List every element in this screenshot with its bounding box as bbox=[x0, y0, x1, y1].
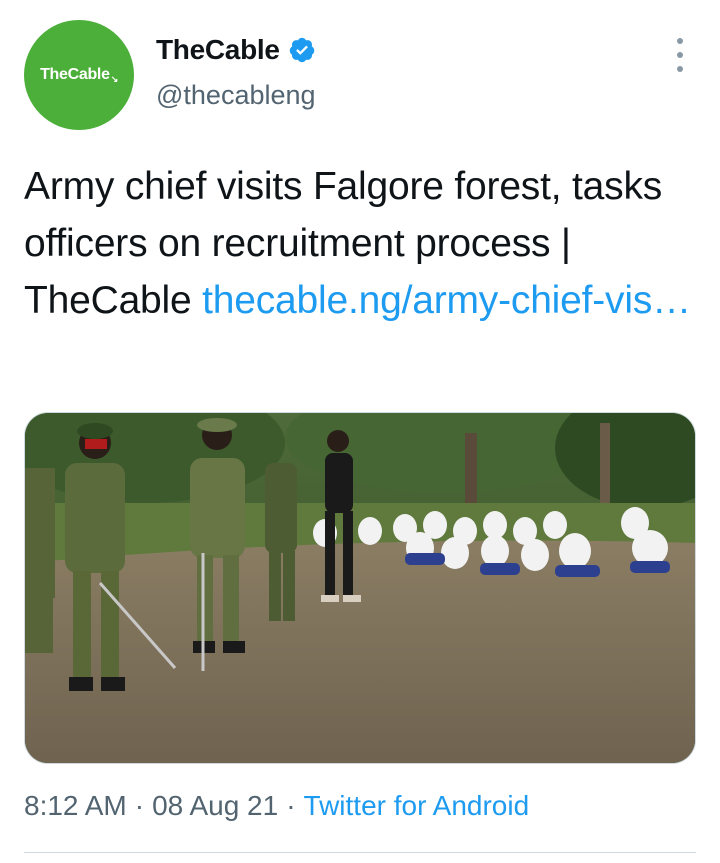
meta-separator-2: · bbox=[286, 790, 296, 821]
tweet-source-link[interactable]: Twitter for Android bbox=[304, 790, 530, 821]
verified-badge-icon bbox=[289, 37, 314, 63]
tweet-text: Army chief visits Falgore forest, tasks … bbox=[24, 158, 694, 329]
avatar[interactable]: TheCable↘ bbox=[24, 20, 134, 130]
avatar-logo-text: TheCable↘ bbox=[40, 65, 118, 84]
photo-illustration bbox=[25, 413, 695, 763]
tweet-date[interactable]: 08 Aug 21 bbox=[152, 790, 278, 821]
display-name[interactable]: TheCable bbox=[156, 34, 280, 66]
tweet-card: TheCable↘ TheCable @thecableng Army chie… bbox=[0, 0, 720, 863]
tweet-meta: 8:12 AM · 08 Aug 21 · Twitter for Android bbox=[24, 790, 529, 822]
meta-separator: · bbox=[134, 790, 145, 821]
tweet-link[interactable]: thecable.ng/​army-chief-vis… bbox=[202, 279, 691, 322]
handle[interactable]: @thecableng bbox=[156, 80, 316, 111]
tweet-time[interactable]: 8:12 AM bbox=[24, 790, 127, 821]
divider bbox=[24, 852, 696, 853]
tweet-photo[interactable] bbox=[24, 412, 696, 764]
account-names[interactable]: TheCable @thecableng bbox=[156, 30, 316, 111]
more-options-icon[interactable] bbox=[670, 38, 690, 72]
